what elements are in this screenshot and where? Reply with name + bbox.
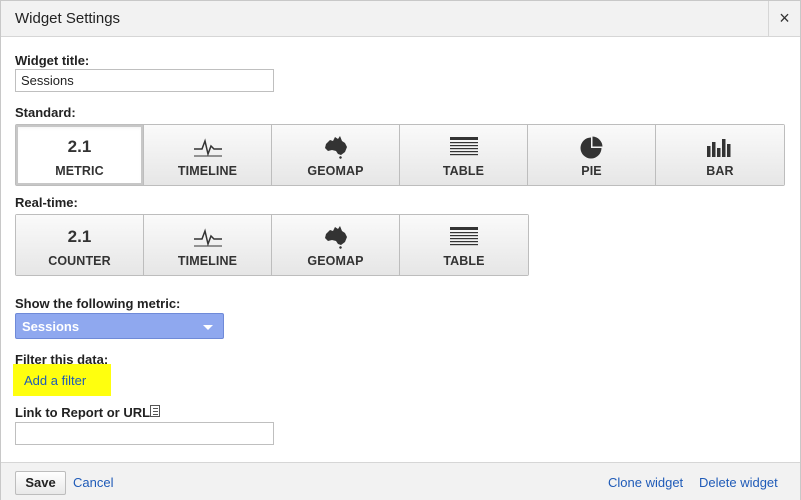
tile-label: GEOMAP: [307, 164, 364, 178]
dialog-footer: Save Cancel Clone widget Delete widget: [1, 462, 800, 500]
table-icon: [400, 135, 527, 159]
metric-label: Show the following metric:: [15, 296, 181, 311]
standard-metric-tile[interactable]: 2.1 METRIC: [16, 125, 144, 185]
realtime-visualization-group: 2.1 COUNTER TIMELINE GEOMAP TABLE: [15, 214, 529, 276]
tile-label: METRIC: [55, 164, 104, 178]
widget-title-label: Widget title:: [15, 53, 90, 68]
realtime-counter-tile[interactable]: 2.1 COUNTER: [16, 215, 144, 275]
standard-visualization-group: 2.1 METRIC TIMELINE GEOMAP TABLE PIE BAR: [15, 124, 785, 186]
tile-label: BAR: [706, 164, 734, 178]
metric-select[interactable]: Sessions: [15, 313, 224, 339]
standard-geomap-tile[interactable]: GEOMAP: [272, 125, 400, 185]
table-icon: [400, 225, 528, 249]
tile-label: COUNTER: [48, 254, 111, 268]
save-button[interactable]: Save: [15, 471, 66, 495]
realtime-label: Real-time:: [15, 195, 78, 210]
realtime-table-tile[interactable]: TABLE: [400, 215, 528, 275]
timeline-icon: [144, 225, 271, 249]
metric-number-icon: 2.1: [67, 137, 92, 156]
tile-label: TABLE: [443, 254, 485, 268]
tile-label: GEOMAP: [307, 254, 364, 268]
metric-select-value: Sessions: [22, 319, 80, 334]
geomap-icon: [272, 135, 399, 159]
realtime-timeline-tile[interactable]: TIMELINE: [144, 215, 272, 275]
standard-pie-tile[interactable]: PIE: [528, 125, 656, 185]
realtime-geomap-tile[interactable]: GEOMAP: [272, 215, 400, 275]
dialog-title: Widget Settings: [15, 10, 121, 27]
standard-timeline-tile[interactable]: TIMELINE: [144, 125, 272, 185]
chevron-down-icon: [203, 325, 213, 330]
geomap-icon: [272, 225, 399, 249]
tile-label: TIMELINE: [177, 254, 238, 268]
tile-label: TIMELINE: [177, 164, 238, 178]
link-report-label: Link to Report or URL:: [15, 405, 155, 420]
delete-widget-link[interactable]: Delete widget: [699, 475, 778, 490]
counter-number-icon: 2.1: [67, 227, 92, 246]
dialog-titlebar: Widget Settings ×: [1, 1, 800, 37]
bar-icon: [656, 135, 784, 159]
timeline-icon: [144, 135, 271, 159]
cancel-link[interactable]: Cancel: [73, 475, 113, 490]
document-icon[interactable]: [150, 405, 160, 417]
standard-table-tile[interactable]: TABLE: [400, 125, 528, 185]
close-icon[interactable]: ×: [768, 1, 800, 36]
standard-label: Standard:: [15, 105, 76, 120]
tile-label: TABLE: [442, 164, 485, 178]
tile-label: PIE: [581, 164, 602, 178]
link-report-input[interactable]: [15, 422, 274, 445]
widget-title-input[interactable]: [15, 69, 274, 92]
clone-widget-link[interactable]: Clone widget: [608, 475, 683, 490]
add-filter-link[interactable]: Add a filter: [24, 373, 86, 388]
pie-icon: [528, 135, 655, 159]
widget-settings-dialog: Widget Settings × Widget title: Standard…: [0, 0, 801, 500]
standard-bar-tile[interactable]: BAR: [656, 125, 784, 185]
